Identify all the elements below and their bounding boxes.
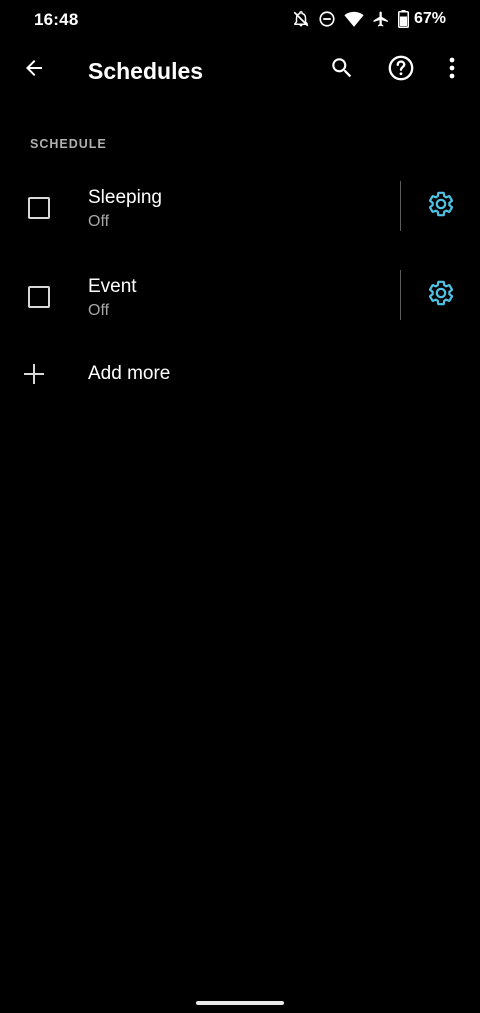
do-not-disturb-icon: [318, 10, 336, 28]
arrow-back-icon: [22, 56, 46, 85]
gear-icon: [427, 279, 455, 312]
airplane-mode-icon: [372, 10, 390, 28]
schedule-settings-button[interactable]: [422, 276, 460, 314]
more-vert-icon: [448, 56, 456, 85]
add-more-label: Add more: [88, 363, 171, 384]
status-icons: 67%: [292, 9, 446, 29]
notifications-off-icon: [292, 10, 310, 28]
schedule-row-event: Event Off: [0, 252, 480, 341]
battery-icon: [397, 10, 409, 28]
battery-percent: 67%: [413, 10, 446, 27]
help-button[interactable]: [381, 50, 421, 90]
section-header: SCHEDULE: [30, 137, 107, 151]
add-more-button[interactable]: Add more: [0, 340, 480, 408]
wifi-icon: [344, 10, 364, 28]
schedule-row-sleeping: Sleeping Off: [0, 163, 480, 252]
search-icon: [329, 55, 355, 86]
vertical-divider: [400, 181, 401, 231]
schedule-settings-button[interactable]: [422, 187, 460, 225]
search-button[interactable]: [322, 50, 362, 90]
schedule-title: Sleeping: [88, 187, 162, 208]
app-bar: Schedules: [0, 40, 480, 104]
more-options-button[interactable]: [436, 50, 468, 90]
status-bar: 16:48 67%: [0, 0, 480, 40]
gear-icon: [427, 190, 455, 223]
vertical-divider: [400, 270, 401, 320]
schedule-toggle-event[interactable]: Event Off: [0, 252, 400, 341]
checkbox[interactable]: [28, 286, 50, 308]
help-icon: [387, 54, 415, 87]
schedule-status: Off: [88, 213, 110, 230]
schedule-title: Event: [88, 276, 137, 297]
status-time: 16:48: [34, 10, 79, 29]
gesture-nav-handle[interactable]: [196, 1001, 284, 1005]
checkbox[interactable]: [28, 197, 50, 219]
back-button[interactable]: [14, 50, 54, 90]
schedule-toggle-sleeping[interactable]: Sleeping Off: [0, 163, 400, 252]
schedule-status: Off: [88, 302, 110, 319]
add-icon: [22, 362, 46, 386]
page-title: Schedules: [88, 58, 204, 84]
